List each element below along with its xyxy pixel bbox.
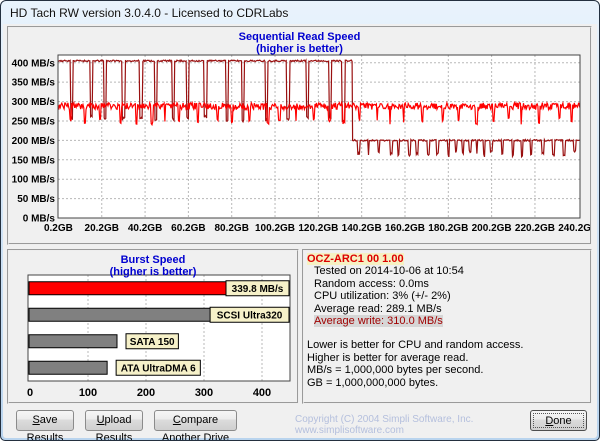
svg-text:220.2GB: 220.2GB: [515, 223, 555, 234]
info-line: CPU utilization: 3% (+/- 2%): [307, 290, 588, 302]
app-window: HD Tach RW version 3.0.4.0 - Licensed to…: [0, 0, 600, 441]
svg-text:150 MB/s: 150 MB/s: [12, 155, 56, 166]
svg-text:250 MB/s: 250 MB/s: [12, 116, 56, 127]
svg-text:180.2GB: 180.2GB: [428, 223, 468, 234]
svg-text:100: 100: [79, 387, 97, 399]
info-line: GB = 1,000,000,000 bytes.: [307, 377, 588, 389]
info-line: Average read: 289.1 MB/s: [307, 303, 588, 315]
svg-text:0.2GB: 0.2GB: [44, 223, 73, 234]
window-title: HD Tach RW version 3.0.4.0 - Licensed to…: [10, 6, 288, 20]
svg-text:100 MB/s: 100 MB/s: [12, 175, 56, 186]
svg-text:20.2GB: 20.2GB: [85, 223, 119, 234]
svg-text:120.2GB: 120.2GB: [298, 223, 338, 234]
title-bar[interactable]: HD Tach RW version 3.0.4.0 - Licensed to…: [3, 3, 597, 24]
svg-text:200: 200: [137, 387, 155, 399]
sequential-speed-chart: 400 MB/s 350 MB/s 300 MB/s 250 MB/s 200 MB/s…: [9, 28, 590, 243]
info-line: MB/s = 1,000,000 bytes per second.: [307, 364, 588, 376]
svg-text:80.2GB: 80.2GB: [214, 223, 248, 234]
drive-name: OCZ-ARC1 00 1.00: [307, 253, 588, 265]
sequential-chart-title: Sequential Read Speed: [9, 31, 590, 43]
info-line: Tested on 2014-10-06 at 10:54: [307, 265, 588, 277]
copyright-text: Copyright (C) 2004 Simpli Software, Inc.…: [295, 414, 527, 436]
svg-text:160.2GB: 160.2GB: [385, 223, 425, 234]
svg-text:400: 400: [253, 387, 271, 399]
drive-details: Tested on 2014-10-06 at 10:54Random acce…: [307, 265, 588, 315]
burst-speed-panel: 0 100 200 300 400 339.8 MB/s SCSI Ultra320 SATA…: [7, 249, 299, 404]
info-notes: Lower is better for CPU and random acces…: [307, 339, 588, 389]
save-results-button[interactable]: Save Results: [16, 410, 74, 431]
sequential-speed-panel: 400 MB/s 350 MB/s 300 MB/s 250 MB/s 200 MB/s…: [7, 26, 592, 245]
svg-text:300 MB/s: 300 MB/s: [12, 97, 56, 108]
compare-another-drive-button[interactable]: Compare Another Drive: [154, 410, 237, 431]
client-area: 400 MB/s 350 MB/s 300 MB/s 250 MB/s 200 MB/s…: [3, 24, 597, 438]
svg-text:240.2GB: 240.2GB: [558, 223, 590, 234]
burst-chart-title: Burst Speed: [9, 254, 297, 266]
svg-text:40.2GB: 40.2GB: [128, 223, 162, 234]
done-button[interactable]: Done: [530, 410, 587, 431]
drive-info-body: OCZ-ARC1 00 1.00 Tested on 2014-10-06 at…: [304, 251, 590, 389]
drive-info-panel: OCZ-ARC1 00 1.00 Tested on 2014-10-06 at…: [302, 249, 592, 404]
upload-results-button[interactable]: Upload Results: [85, 410, 143, 431]
svg-text:350 MB/s: 350 MB/s: [12, 78, 56, 89]
svg-text:300: 300: [195, 387, 213, 399]
svg-text:140.2GB: 140.2GB: [342, 223, 382, 234]
info-line: Higher is better for average read.: [307, 352, 588, 364]
svg-text:0: 0: [27, 387, 33, 399]
svg-text:100.2GB: 100.2GB: [255, 223, 295, 234]
info-line: Lower is better for CPU and random acces…: [307, 339, 588, 351]
svg-text:SATA 150: SATA 150: [130, 337, 175, 348]
sequential-chart-subtitle: (higher is better): [9, 43, 590, 55]
info-line: Random access: 0.0ms: [307, 278, 588, 290]
svg-text:60.2GB: 60.2GB: [171, 223, 205, 234]
svg-text:200 MB/s: 200 MB/s: [12, 136, 56, 147]
svg-text:50 MB/s: 50 MB/s: [17, 194, 55, 205]
burst-chart-subtitle: (higher is better): [9, 266, 297, 278]
svg-text:400 MB/s: 400 MB/s: [12, 58, 56, 69]
svg-text:339.8 MB/s: 339.8 MB/s: [232, 284, 284, 295]
svg-text:200.2GB: 200.2GB: [472, 223, 512, 234]
svg-text:ATA UltraDMA 6: ATA UltraDMA 6: [121, 363, 196, 374]
svg-text:SCSI Ultra320: SCSI Ultra320: [217, 310, 283, 321]
average-write-line: Average write: 310.0 MB/s: [307, 315, 588, 327]
